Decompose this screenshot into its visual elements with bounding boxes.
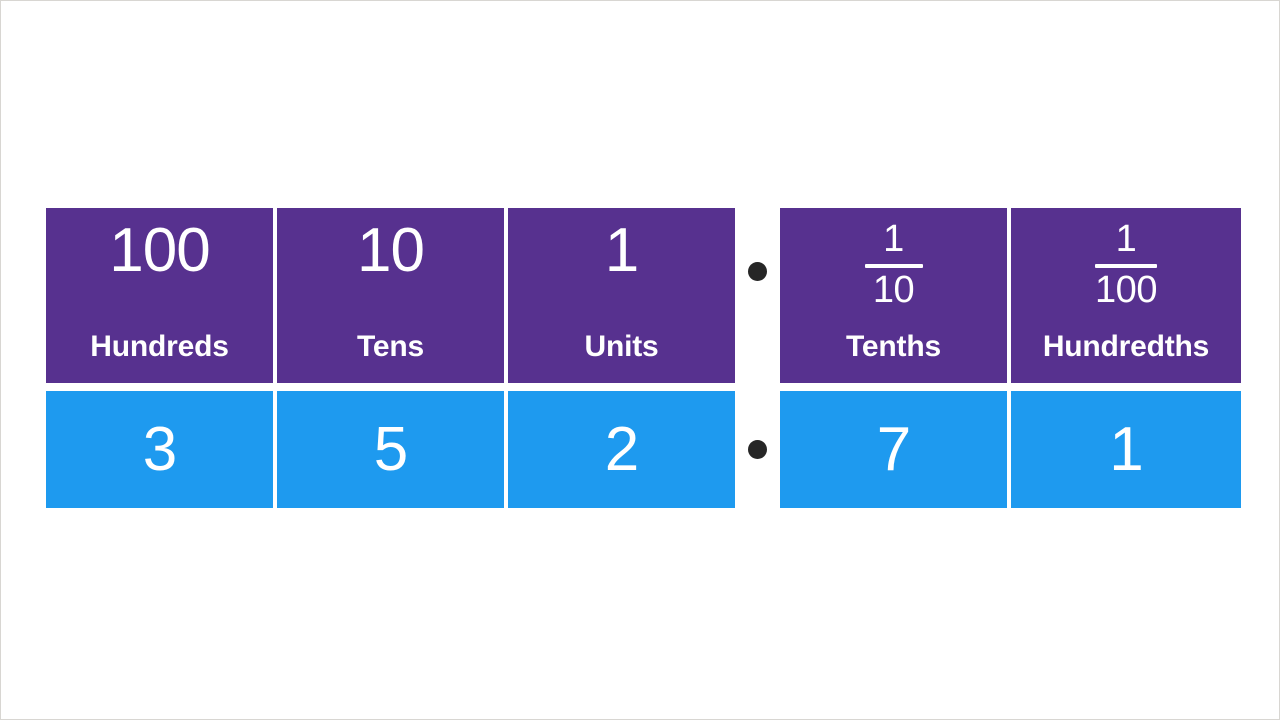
digit-cell-tenths[interactable]: 7 <box>780 391 1007 508</box>
digit-hundreds: 3 <box>142 414 177 484</box>
fraction-bar-icon <box>864 263 923 268</box>
header-cell-hundredths[interactable]: 1 100 Hundredths <box>1011 208 1241 383</box>
fraction-digit-group: 7 1 <box>780 391 1241 508</box>
value-decimal-point-spacer <box>735 391 780 508</box>
header-decimal-point-spacer <box>735 208 780 383</box>
slide-canvas: 100 Hundreds 10 Tens 1 Units 1 10 Tenths… <box>0 0 1280 720</box>
fraction-denominator-tenths: 10 <box>872 268 915 311</box>
fraction-numerator-tenths: 1 <box>883 218 904 260</box>
place-label-hundreds: Hundreds <box>90 330 229 363</box>
fraction-numerator-hundredths: 1 <box>1115 218 1137 260</box>
place-value-tenths-fraction: 1 10 <box>864 218 923 311</box>
place-value-chart: 100 Hundreds 10 Tens 1 Units 1 10 Tenths… <box>46 208 1241 508</box>
digit-cell-hundreds[interactable]: 3 <box>46 391 273 508</box>
digit-cell-tens[interactable]: 5 <box>277 391 504 508</box>
decimal-point-icon <box>748 440 767 459</box>
place-value-header-row: 100 Hundreds 10 Tens 1 Units 1 10 Tenths… <box>46 208 1241 383</box>
place-label-tens: Tens <box>357 330 424 363</box>
place-label-units: Units <box>584 330 659 363</box>
digit-tenths: 7 <box>876 414 911 484</box>
place-value-tens: 10 <box>357 216 425 285</box>
header-cell-hundreds[interactable]: 100 Hundreds <box>46 208 273 383</box>
fraction-place-group: 1 10 Tenths 1 100 Hundredths <box>780 208 1241 383</box>
place-value-digit-row: 3 5 2 7 1 <box>46 391 1241 508</box>
place-value-units: 1 <box>604 216 639 285</box>
place-label-tenths: Tenths <box>846 330 941 363</box>
digit-hundredths: 1 <box>1109 414 1143 484</box>
digit-cell-units[interactable]: 2 <box>508 391 735 508</box>
digit-units: 2 <box>604 414 639 484</box>
decimal-point-icon <box>748 262 767 281</box>
integer-digit-group: 3 5 2 <box>46 391 735 508</box>
integer-place-group: 100 Hundreds 10 Tens 1 Units <box>46 208 735 383</box>
digit-cell-hundredths[interactable]: 1 <box>1011 391 1241 508</box>
place-value-hundredths-fraction: 1 100 <box>1095 218 1157 311</box>
fraction-denominator-hundredths: 100 <box>1095 268 1157 311</box>
header-cell-tenths[interactable]: 1 10 Tenths <box>780 208 1007 383</box>
place-value-hundreds: 100 <box>109 216 210 285</box>
header-cell-units[interactable]: 1 Units <box>508 208 735 383</box>
fraction-bar-icon <box>1095 263 1157 268</box>
header-cell-tens[interactable]: 10 Tens <box>277 208 504 383</box>
place-label-hundredths: Hundredths <box>1042 330 1210 363</box>
digit-tens: 5 <box>373 414 408 484</box>
